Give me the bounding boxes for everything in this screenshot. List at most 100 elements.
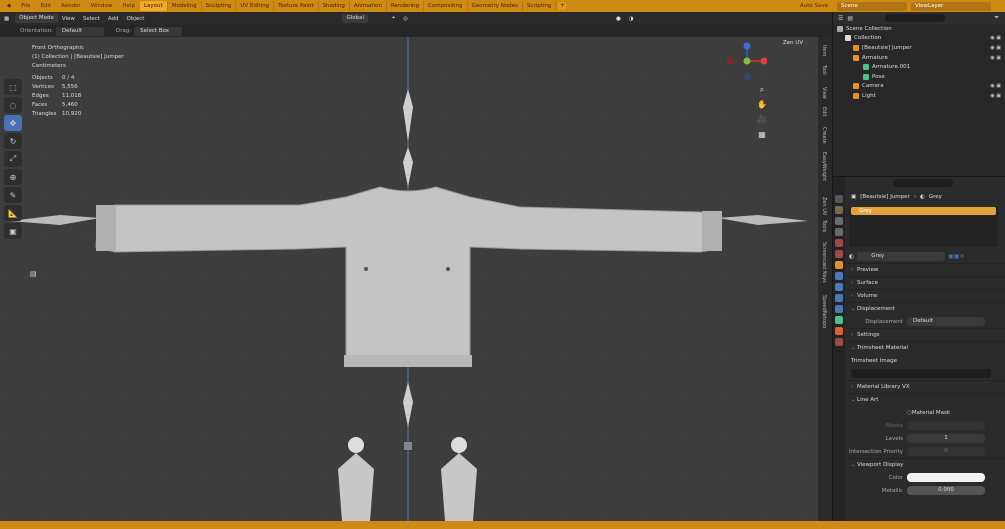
menu-select[interactable]: Select: [79, 16, 104, 22]
trimsheet-image-field[interactable]: [851, 369, 991, 378]
zoom-icon[interactable]: ⌕: [757, 85, 767, 95]
add-cube-tool-icon[interactable]: ▣: [4, 223, 22, 239]
drag-selector[interactable]: Select Box: [134, 26, 183, 36]
visibility-eye-icon[interactable]: ◉ ▣: [990, 45, 1001, 51]
menu-edit[interactable]: Edit: [35, 0, 56, 12]
menu-window[interactable]: Window: [86, 0, 118, 12]
section-material-library[interactable]: › Material Library VX: [847, 380, 1005, 393]
visibility-eye-icon[interactable]: ◉ ▣: [990, 35, 1001, 41]
select-box-tool-icon[interactable]: ⬚: [4, 79, 22, 95]
section-settings[interactable]: › Settings: [847, 328, 1005, 341]
tree-row[interactable]: Armature ◉ ▣: [833, 53, 1005, 63]
visibility-eye-icon[interactable]: ◉ ▣: [990, 83, 1001, 89]
constraints-tab-icon[interactable]: [835, 305, 843, 313]
transform-orientation-selector[interactable]: Global: [342, 14, 369, 23]
menu-render[interactable]: Render: [56, 0, 86, 12]
section-trimsheet-material[interactable]: ⌄ Trimsheet Material: [847, 341, 1005, 354]
scene-selector[interactable]: Scene: [837, 1, 907, 11]
rotate-tool-icon[interactable]: ↻: [4, 133, 22, 149]
material-slot-active[interactable]: Grey: [851, 207, 996, 215]
properties-search-input[interactable]: [893, 179, 953, 187]
tab-view[interactable]: View: [821, 87, 827, 99]
blender-logo-icon[interactable]: ◆: [2, 0, 16, 12]
tab-edit[interactable]: Edit: [821, 107, 827, 117]
perspective-grid-icon[interactable]: ▦: [757, 130, 767, 140]
tab-compositing[interactable]: Compositing: [424, 1, 468, 11]
tab-zen-uv[interactable]: Zen UV: [821, 197, 827, 215]
tab-create[interactable]: Create: [821, 127, 827, 144]
output-tab-icon[interactable]: [835, 217, 843, 225]
section-preview[interactable]: › Preview: [847, 263, 1005, 276]
tab-geometry-nodes[interactable]: Geometry Nodes: [468, 1, 523, 11]
view-layer-tab-icon[interactable]: [835, 228, 843, 236]
levels-input[interactable]: 1: [907, 434, 985, 443]
scene-tab-icon[interactable]: [835, 239, 843, 247]
tab-tool[interactable]: Tool: [821, 65, 827, 75]
tree-row[interactable]: Pose: [833, 72, 1005, 82]
tree-row[interactable]: Collection ◉ ▣: [833, 34, 1005, 44]
data-tab-icon[interactable]: [835, 316, 843, 324]
tree-row[interactable]: [Beautsie] Jumper ◉ ▣: [833, 43, 1005, 53]
render-tab-icon[interactable]: [835, 206, 843, 214]
menu-view[interactable]: View: [58, 16, 79, 22]
navigation-gizmo[interactable]: [726, 41, 768, 83]
material-browse-icon[interactable]: ◐: [849, 253, 854, 260]
snap-icon[interactable]: ⌖: [388, 15, 399, 22]
transform-tool-icon[interactable]: ⊕: [4, 169, 22, 185]
display-mode-icon[interactable]: ▤: [847, 15, 853, 22]
section-line-art[interactable]: ⌄ Line Art: [847, 393, 1005, 406]
section-surface[interactable]: › Surface: [847, 276, 1005, 289]
cursor-tool-icon[interactable]: ◌: [4, 97, 22, 113]
collapse-panel-icon[interactable]: ▤: [30, 270, 37, 278]
physics-tab-icon[interactable]: [835, 294, 843, 302]
tool-tab-icon[interactable]: [835, 195, 843, 203]
tab-item[interactable]: Item: [821, 45, 827, 56]
tree-row[interactable]: Light ◉ ▣: [833, 91, 1005, 101]
measure-tool-icon[interactable]: 📐: [4, 205, 22, 221]
tab-tools[interactable]: Tools: [821, 220, 827, 232]
tree-row[interactable]: Armature.001: [833, 62, 1005, 72]
section-displacement[interactable]: ⌄ Displacement: [847, 302, 1005, 315]
tab-modeling[interactable]: Modeling: [168, 1, 202, 11]
tab-screencast-keys[interactable]: Screencast Keys: [821, 242, 827, 283]
metallic-slider[interactable]: 0.000: [907, 486, 985, 495]
3d-viewport[interactable]: Front Orthographic (1) Collection | [Bea…: [0, 37, 818, 521]
zen-uv-label[interactable]: Zen UV: [783, 40, 803, 46]
tab-sculpting[interactable]: Sculpting: [202, 1, 237, 11]
visibility-eye-icon[interactable]: ◉ ▣: [990, 93, 1001, 99]
shading-material-icon[interactable]: ◑: [625, 16, 638, 22]
pan-hand-icon[interactable]: ✋: [757, 100, 767, 110]
material-slot-list[interactable]: Grey: [849, 207, 998, 247]
tab-animation[interactable]: Animation: [350, 1, 387, 11]
modifier-tab-icon[interactable]: [835, 272, 843, 280]
view-layer-selector[interactable]: ViewLayer: [911, 1, 991, 11]
tab-rendering[interactable]: Rendering: [387, 1, 425, 11]
move-tool-icon[interactable]: ✥: [4, 115, 22, 131]
masks-toggles[interactable]: [907, 421, 985, 430]
menu-help[interactable]: Help: [117, 0, 140, 12]
tab-scripting[interactable]: Scripting: [523, 1, 557, 11]
material-user-icons[interactable]: ▣▣✕: [948, 253, 964, 260]
menu-file[interactable]: File: [16, 0, 35, 12]
color-swatch[interactable]: [907, 473, 985, 482]
outliner-search-input[interactable]: [885, 14, 946, 22]
intersection-priority-input[interactable]: 0: [907, 447, 985, 456]
editor-type-icon[interactable]: ▦: [0, 16, 13, 22]
tree-row[interactable]: Camera ◉ ▣: [833, 82, 1005, 92]
mode-selector[interactable]: Object Mode: [15, 14, 58, 23]
orientation-selector[interactable]: Default: [55, 26, 104, 36]
tab-texture-paint[interactable]: Texture Paint: [274, 1, 319, 11]
menu-object[interactable]: Object: [123, 16, 149, 22]
shading-solid-icon[interactable]: ●: [612, 16, 625, 22]
particles-tab-icon[interactable]: [835, 283, 843, 291]
object-tab-icon[interactable]: [835, 261, 843, 269]
tab-layout[interactable]: Layout: [139, 1, 168, 11]
filter-icon[interactable]: ⏷: [994, 14, 999, 22]
add-workspace-button[interactable]: +: [558, 2, 567, 10]
camera-view-icon[interactable]: 🎥: [757, 115, 767, 125]
tab-shading[interactable]: Shading: [319, 1, 350, 11]
scale-tool-icon[interactable]: ⤢: [4, 151, 22, 167]
texture-tab-icon[interactable]: [835, 338, 843, 346]
menu-add[interactable]: Add: [104, 16, 123, 22]
material-name-field[interactable]: Grey: [857, 251, 946, 261]
